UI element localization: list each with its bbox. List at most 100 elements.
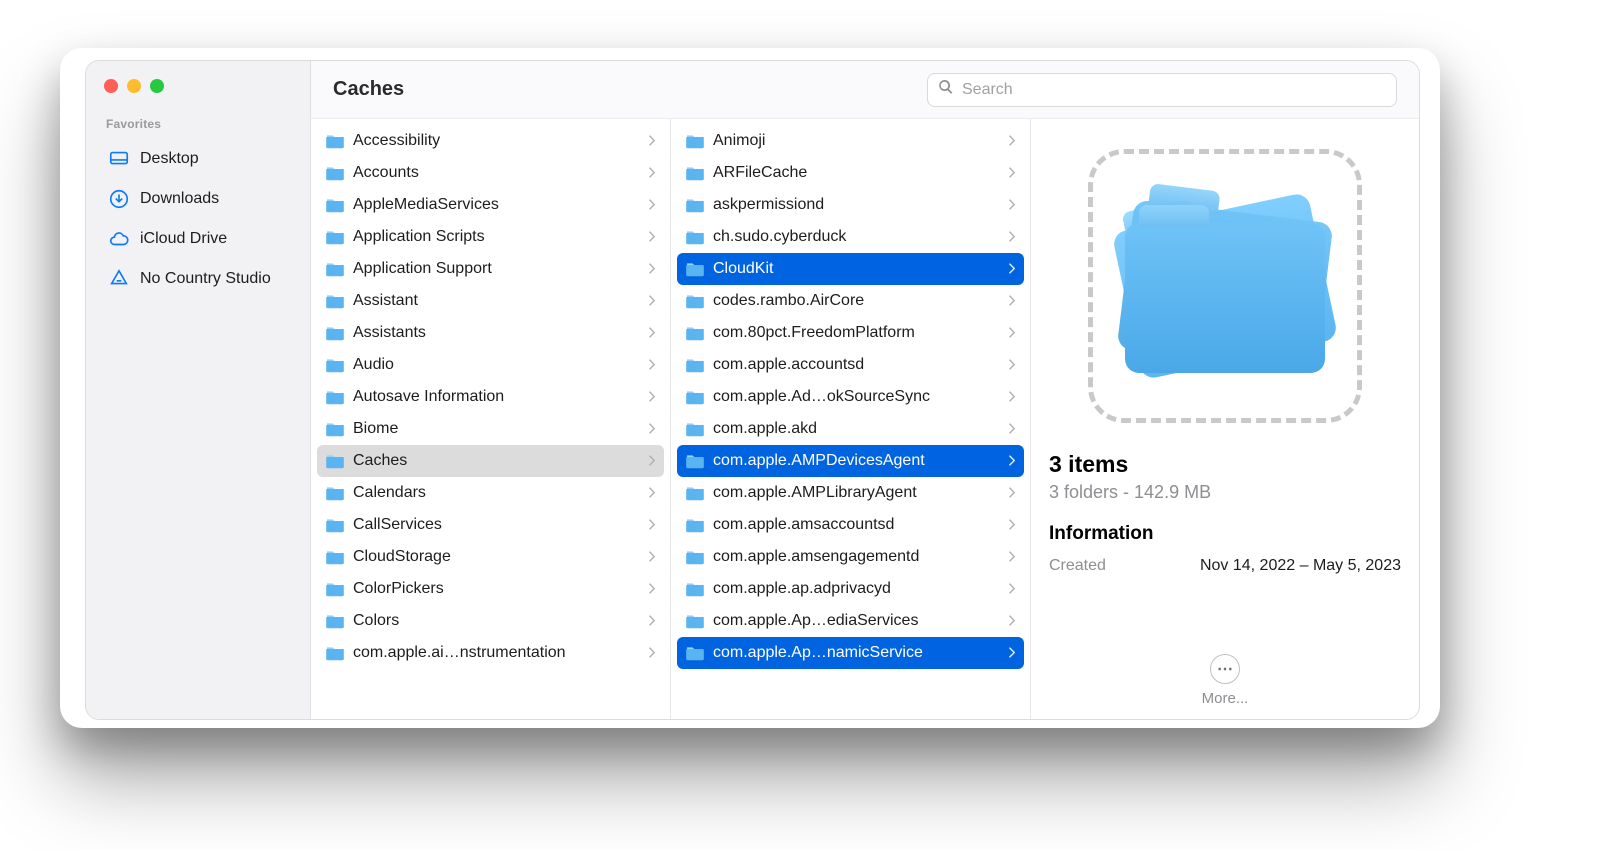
zoom-window-button[interactable] bbox=[150, 79, 164, 93]
search-icon bbox=[938, 79, 954, 100]
folder-icon bbox=[685, 229, 705, 245]
sidebar-item-downloads[interactable]: Downloads bbox=[100, 179, 300, 219]
main-area: Caches AccessibilityAccounts AppleMediaSe… bbox=[311, 61, 1419, 719]
chevron-right-icon bbox=[649, 165, 656, 181]
folder-label: ARFileCache bbox=[713, 164, 1001, 182]
chevron-right-icon bbox=[649, 389, 656, 405]
folder-row[interactable]: com.apple.Ap…ediaServices bbox=[677, 605, 1024, 637]
folder-label: com.apple.ai…nstrumentation bbox=[353, 644, 641, 662]
folder-row[interactable]: Caches bbox=[317, 445, 664, 477]
folder-row[interactable]: com.apple.amsaccountsd bbox=[677, 509, 1024, 541]
folder-row[interactable]: AppleMediaServices bbox=[317, 189, 664, 221]
folder-row[interactable]: Calendars bbox=[317, 477, 664, 509]
sidebar-item-desktop[interactable]: Desktop bbox=[100, 139, 300, 179]
chevron-right-icon bbox=[1009, 357, 1016, 373]
folder-row[interactable]: com.80pct.FreedomPlatform bbox=[677, 317, 1024, 349]
folder-row[interactable]: Application Support bbox=[317, 253, 664, 285]
ellipsis-icon: ⋯ bbox=[1217, 659, 1233, 679]
chevron-right-icon bbox=[649, 485, 656, 501]
minimize-window-button[interactable] bbox=[127, 79, 141, 93]
chevron-right-icon bbox=[649, 229, 656, 245]
folder-icon bbox=[685, 389, 705, 405]
folder-row[interactable]: codes.rambo.AirCore bbox=[677, 285, 1024, 317]
cloud-icon bbox=[108, 228, 130, 250]
folder-label: com.apple.Ad…okSourceSync bbox=[713, 388, 1001, 406]
preview-info-created: Created Nov 14, 2022 – May 5, 2023 bbox=[1049, 557, 1401, 575]
folder-row[interactable]: com.apple.Ap…namicService bbox=[677, 637, 1024, 669]
folder-row[interactable]: ColorPickers bbox=[317, 573, 664, 605]
folder-label: Colors bbox=[353, 612, 641, 630]
chevron-right-icon bbox=[649, 453, 656, 469]
folder-icon bbox=[685, 133, 705, 149]
folder-row[interactable]: ch.sudo.cyberduck bbox=[677, 221, 1024, 253]
folder-row[interactable]: Assistants bbox=[317, 317, 664, 349]
folder-row[interactable]: com.apple.AMPLibraryAgent bbox=[677, 477, 1024, 509]
folder-row[interactable]: com.apple.AMPDevicesAgent bbox=[677, 445, 1024, 477]
sidebar-item-label: Downloads bbox=[140, 190, 219, 208]
info-value: Nov 14, 2022 – May 5, 2023 bbox=[1200, 557, 1401, 575]
folder-row[interactable]: ARFileCache bbox=[677, 157, 1024, 189]
folder-icon bbox=[685, 485, 705, 501]
column-0: AccessibilityAccounts AppleMediaServices A… bbox=[311, 119, 671, 719]
folder-row[interactable]: Colors bbox=[317, 605, 664, 637]
folder-row[interactable]: Accessibility bbox=[317, 125, 664, 157]
folder-row[interactable]: Animoji bbox=[677, 125, 1024, 157]
finder-window: Favorites DesktopDownloadsiCloud DriveNo… bbox=[85, 60, 1420, 720]
folder-label: AppleMediaServices bbox=[353, 196, 641, 214]
folder-icon bbox=[685, 325, 705, 341]
folder-row[interactable]: Biome bbox=[317, 413, 664, 445]
window-controls bbox=[104, 79, 300, 93]
folder-row[interactable]: com.apple.akd bbox=[677, 413, 1024, 445]
search-field[interactable] bbox=[927, 73, 1397, 107]
folder-label: com.80pct.FreedomPlatform bbox=[713, 324, 1001, 342]
folder-label: Application Support bbox=[353, 260, 641, 278]
folder-row[interactable]: Autosave Information bbox=[317, 381, 664, 413]
sidebar-item-icloud-drive[interactable]: iCloud Drive bbox=[100, 219, 300, 259]
folder-row[interactable]: Assistant bbox=[317, 285, 664, 317]
drive-icon bbox=[108, 268, 130, 290]
chevron-right-icon bbox=[649, 197, 656, 213]
more-actions-button[interactable]: ⋯ bbox=[1210, 654, 1240, 684]
folder-label: Biome bbox=[353, 420, 641, 438]
chevron-right-icon bbox=[1009, 325, 1016, 341]
folder-row[interactable]: com.apple.ai…nstrumentation bbox=[317, 637, 664, 669]
folder-label: com.apple.Ap…namicService bbox=[713, 644, 1001, 662]
preview-thumbnail bbox=[1080, 141, 1370, 431]
folder-row[interactable]: com.apple.accountsd bbox=[677, 349, 1024, 381]
search-input[interactable] bbox=[962, 81, 1386, 99]
folder-row[interactable]: CallServices bbox=[317, 509, 664, 541]
folder-row[interactable]: Audio bbox=[317, 349, 664, 381]
chevron-right-icon bbox=[1009, 165, 1016, 181]
download-icon bbox=[108, 188, 130, 210]
folder-row[interactable]: Accounts bbox=[317, 157, 664, 189]
chevron-right-icon bbox=[649, 581, 656, 597]
folder-icon bbox=[685, 197, 705, 213]
folder-row[interactable]: CloudStorage bbox=[317, 541, 664, 573]
folder-label: codes.rambo.AirCore bbox=[713, 292, 1001, 310]
folder-label: com.apple.ap.adprivacyd bbox=[713, 580, 1001, 598]
folder-row[interactable]: com.apple.Ad…okSourceSync bbox=[677, 381, 1024, 413]
folder-row[interactable]: com.apple.amsengagementd bbox=[677, 541, 1024, 573]
sidebar-item-no-country-studio[interactable]: No Country Studio bbox=[100, 259, 300, 299]
folder-icon bbox=[325, 453, 345, 469]
folder-row[interactable]: askpermissiond bbox=[677, 189, 1024, 221]
folder-row[interactable]: com.apple.ap.adprivacyd bbox=[677, 573, 1024, 605]
preview-panel: 3 items 3 folders - 142.9 MB Information… bbox=[1031, 119, 1419, 719]
folder-row[interactable]: Application Scripts bbox=[317, 221, 664, 253]
folder-label: Calendars bbox=[353, 484, 641, 502]
chevron-right-icon bbox=[649, 517, 656, 533]
chevron-right-icon bbox=[1009, 389, 1016, 405]
chevron-right-icon bbox=[1009, 293, 1016, 309]
chevron-right-icon bbox=[649, 357, 656, 373]
folder-row[interactable]: CloudKit bbox=[677, 253, 1024, 285]
chevron-right-icon bbox=[1009, 133, 1016, 149]
chevron-right-icon bbox=[1009, 197, 1016, 213]
chevron-right-icon bbox=[1009, 549, 1016, 565]
folder-label: com.apple.accountsd bbox=[713, 356, 1001, 374]
close-window-button[interactable] bbox=[104, 79, 118, 93]
sidebar-section-favorites: Favorites bbox=[100, 117, 300, 131]
folder-icon bbox=[685, 165, 705, 181]
folder-icon bbox=[325, 485, 345, 501]
folder-icon bbox=[685, 645, 705, 661]
preview-item-count: 3 items bbox=[1049, 451, 1401, 478]
